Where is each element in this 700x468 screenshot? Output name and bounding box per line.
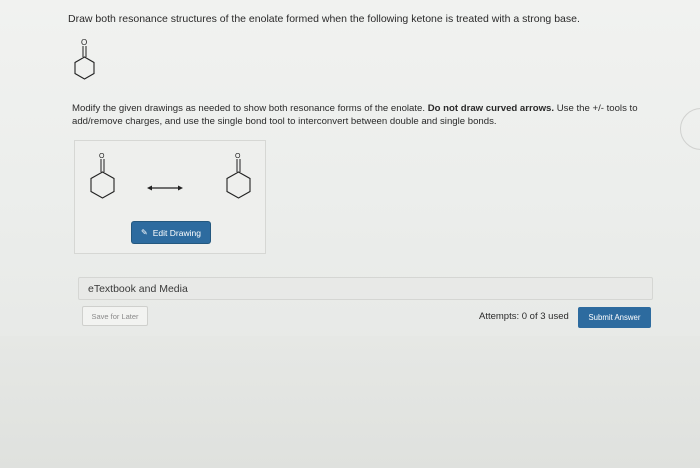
page-bottom-area <box>0 336 700 468</box>
submit-answer-button[interactable]: Submit Answer <box>578 307 651 328</box>
resonance-arrow <box>147 185 183 191</box>
side-decoration <box>680 108 700 150</box>
save-for-later-label: Save for Later <box>91 311 139 321</box>
right-resonance-structure: O <box>226 153 251 199</box>
question-page: Draw both resonance structures of the en… <box>0 0 700 468</box>
etextbook-media-panel[interactable]: eTextbook and Media <box>78 277 653 300</box>
attempts-counter: Attempts: 0 of 3 used <box>479 311 569 322</box>
drawing-area[interactable]: O O ✎ Edit Drawing <box>74 140 266 254</box>
svg-text:O: O <box>99 153 105 160</box>
save-for-later-button[interactable]: Save for Later <box>82 306 148 326</box>
oxygen-label: O <box>81 38 87 47</box>
svg-text:O: O <box>235 153 241 160</box>
pencil-icon: ✎ <box>141 228 148 237</box>
instructions-text: Modify the given drawings as needed to s… <box>72 102 662 128</box>
edit-drawing-label: Edit Drawing <box>152 227 201 238</box>
instructions-bold: Do not draw curved arrows. <box>427 103 555 114</box>
instructions-part1: Modify the given drawings as needed to s… <box>72 103 428 114</box>
question-prompt: Draw both resonance structures of the en… <box>68 13 580 25</box>
edit-drawing-button[interactable]: ✎ Edit Drawing <box>132 222 210 243</box>
cyclohexanone-structure: O <box>74 38 95 80</box>
submit-answer-label: Submit Answer <box>588 313 641 322</box>
etextbook-label: eTextbook and Media <box>88 282 188 295</box>
left-resonance-structure: O <box>90 153 115 199</box>
